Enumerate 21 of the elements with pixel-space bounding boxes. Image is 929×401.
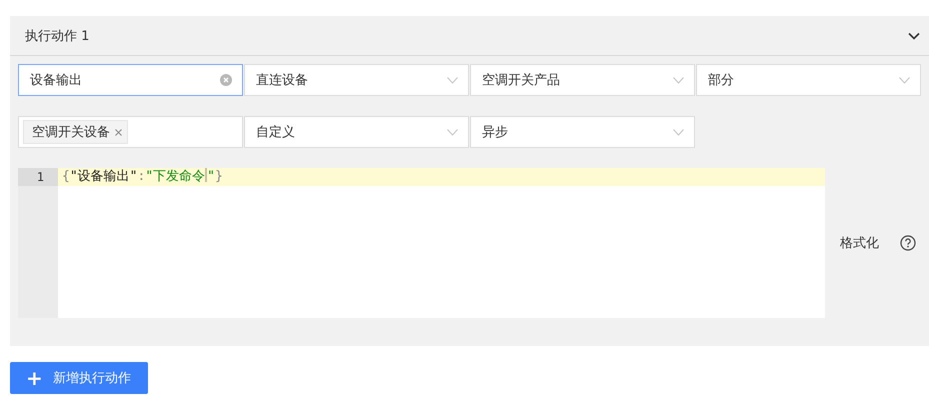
dropdown[interactable]: 空调开关产品 [470,64,695,96]
format-button[interactable]: 格式化 [840,234,879,252]
tag: 空调开关设备 [23,120,128,144]
chevron-icon [673,76,684,84]
chevron-icon [673,128,684,136]
close-icon[interactable] [115,128,122,136]
line-number: 1 [18,168,58,186]
dropdown[interactable]: 异步 [470,116,695,148]
add-action-button[interactable]: + 新增执行动作 [10,362,148,394]
input-field[interactable]: 设备输出 [18,64,243,96]
code-editor[interactable]: 1 {"设备输出":"下发命令"} [18,168,825,318]
dropdown[interactable]: 部分 [696,64,921,96]
chevron-icon[interactable] [908,32,920,40]
chevron-icon [447,128,458,136]
tag-select[interactable]: 空调开关设备 [18,116,243,148]
chevron-icon [447,76,458,84]
chevron-icon [899,76,910,84]
dropdown[interactable]: 自定义 [244,116,469,148]
dropdown[interactable]: 直连设备 [244,64,469,96]
panel-title: 执行动作 1 [25,28,90,44]
help-icon[interactable] [900,235,916,251]
